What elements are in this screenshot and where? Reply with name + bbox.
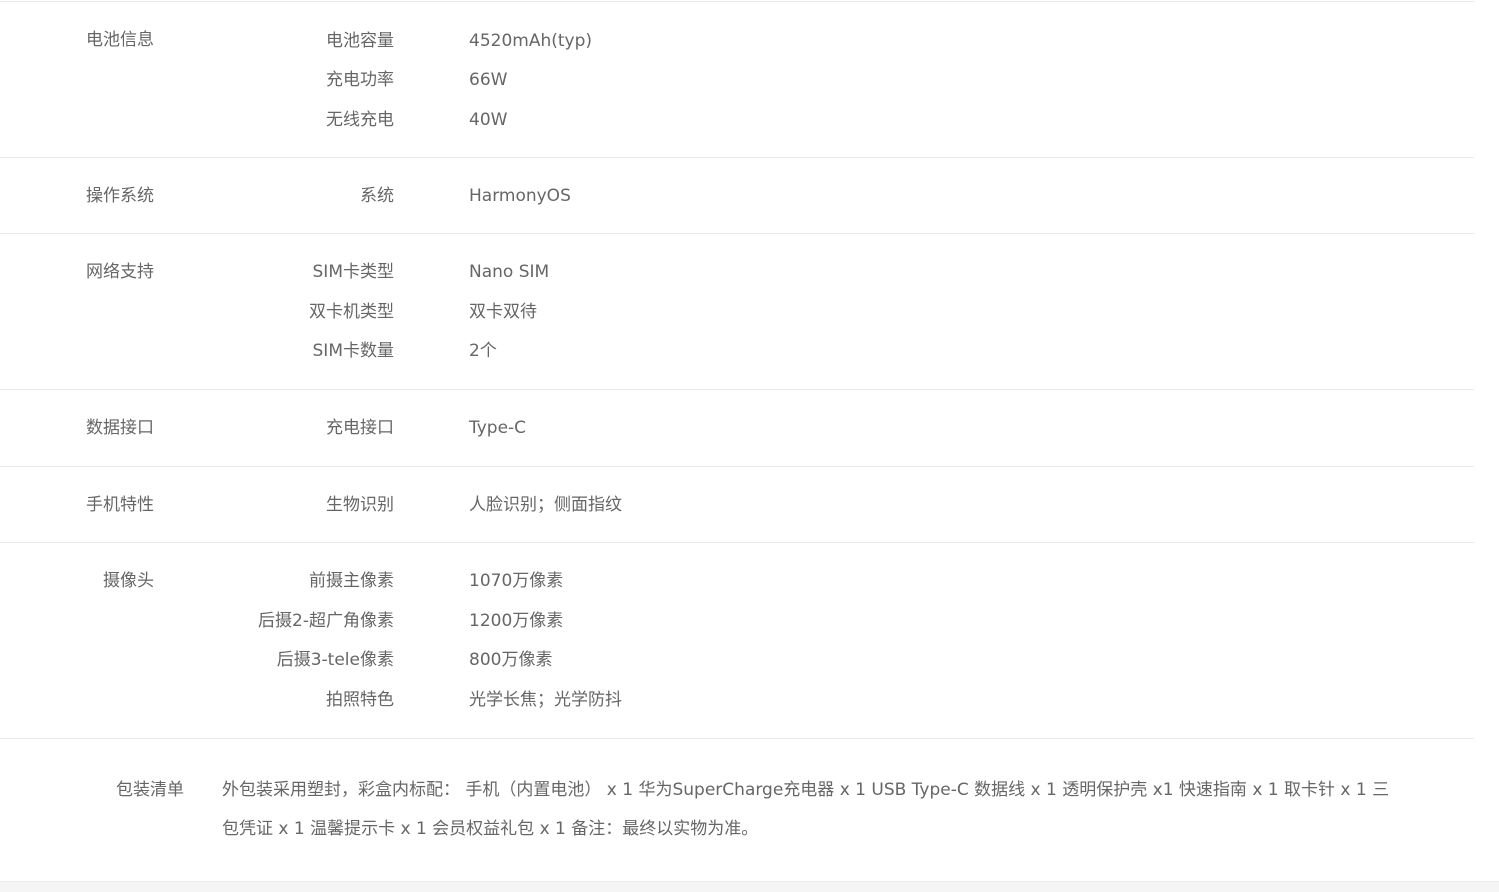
package-contents: 外包装采用塑封，彩盒内标配： 手机（内置电池） x 1 华为SuperCharg… bbox=[222, 780, 1390, 839]
spec-value: 2个 bbox=[469, 341, 497, 361]
spec-value: 人脸识别；侧面指纹 bbox=[469, 495, 622, 515]
spec-group-camera: 摄像头 前摄主像素 1070万像素 后摄2-超广角像素 1200万像素 后摄3-… bbox=[0, 542, 1474, 739]
package-list: 包装清单 外包装采用塑封，彩盒内标配： 手机（内置电池） x 1 华为Super… bbox=[0, 738, 1474, 883]
spec-group-data-port: 数据接口 充电接口 Type-C bbox=[0, 389, 1474, 467]
spec-value: 1070万像素 bbox=[469, 571, 564, 591]
spec-key: 前摄主像素 bbox=[309, 571, 394, 591]
footer-divider bbox=[0, 881, 1499, 892]
spec-value: Type-C bbox=[469, 418, 527, 438]
package-title: 包装清单 bbox=[116, 780, 184, 800]
spec-key: 充电功率 bbox=[326, 70, 394, 90]
spec-value: 800万像素 bbox=[469, 650, 553, 670]
spec-value: 光学长焦；光学防抖 bbox=[469, 690, 622, 710]
spec-value: 40W bbox=[469, 110, 508, 130]
spec-row: 前摄主像素 1070万像素 bbox=[0, 570, 1474, 592]
spec-key: 后摄3-tele像素 bbox=[276, 650, 394, 670]
spec-key: 无线充电 bbox=[326, 110, 394, 130]
spec-row: 后摄2-超广角像素 1200万像素 bbox=[0, 610, 1474, 632]
spec-group-features: 手机特性 生物识别 人脸识别；侧面指纹 bbox=[0, 466, 1474, 543]
spec-group-network: 网络支持 SIM卡类型 Nano SIM 双卡机类型 双卡双待 SIM卡数量 2… bbox=[0, 233, 1474, 390]
spec-row: 充电接口 Type-C bbox=[0, 417, 1474, 439]
spec-key: 生物识别 bbox=[326, 495, 394, 515]
spec-value: 66W bbox=[469, 70, 508, 90]
spec-page: 电池信息 电池容量 4520mAh(typ) 充电功率 66W 无线充电 40W… bbox=[0, 0, 1499, 892]
spec-key: 系统 bbox=[360, 186, 394, 206]
spec-row: 系统 HarmonyOS bbox=[0, 185, 1474, 207]
spec-key: 电池容量 bbox=[326, 31, 394, 51]
spec-key: 充电接口 bbox=[326, 418, 394, 438]
spec-value: Nano SIM bbox=[469, 262, 550, 282]
spec-row: SIM卡类型 Nano SIM bbox=[0, 261, 1474, 283]
spec-group-battery: 电池信息 电池容量 4520mAh(typ) 充电功率 66W 无线充电 40W bbox=[0, 1, 1474, 158]
spec-value: 1200万像素 bbox=[469, 611, 564, 631]
spec-row: 拍照特色 光学长焦；光学防抖 bbox=[0, 689, 1474, 711]
spec-row: 电池容量 4520mAh(typ) bbox=[0, 30, 1474, 52]
spec-key: SIM卡类型 bbox=[312, 262, 394, 282]
spec-row: 双卡机类型 双卡双待 bbox=[0, 301, 1474, 323]
spec-value: HarmonyOS bbox=[469, 186, 571, 206]
spec-row: 充电功率 66W bbox=[0, 69, 1474, 91]
spec-key: SIM卡数量 bbox=[312, 341, 394, 361]
spec-key: 拍照特色 bbox=[326, 690, 394, 710]
spec-value: 双卡双待 bbox=[469, 302, 537, 322]
spec-row: 后摄3-tele像素 800万像素 bbox=[0, 649, 1474, 671]
spec-key: 双卡机类型 bbox=[309, 302, 394, 322]
spec-key: 后摄2-超广角像素 bbox=[258, 611, 394, 631]
spec-value: 4520mAh(typ) bbox=[469, 31, 593, 51]
spec-row: SIM卡数量 2个 bbox=[0, 340, 1474, 362]
spec-row: 无线充电 40W bbox=[0, 109, 1474, 131]
spec-row: 生物识别 人脸识别；侧面指纹 bbox=[0, 494, 1474, 516]
spec-group-os: 操作系统 系统 HarmonyOS bbox=[0, 157, 1474, 234]
